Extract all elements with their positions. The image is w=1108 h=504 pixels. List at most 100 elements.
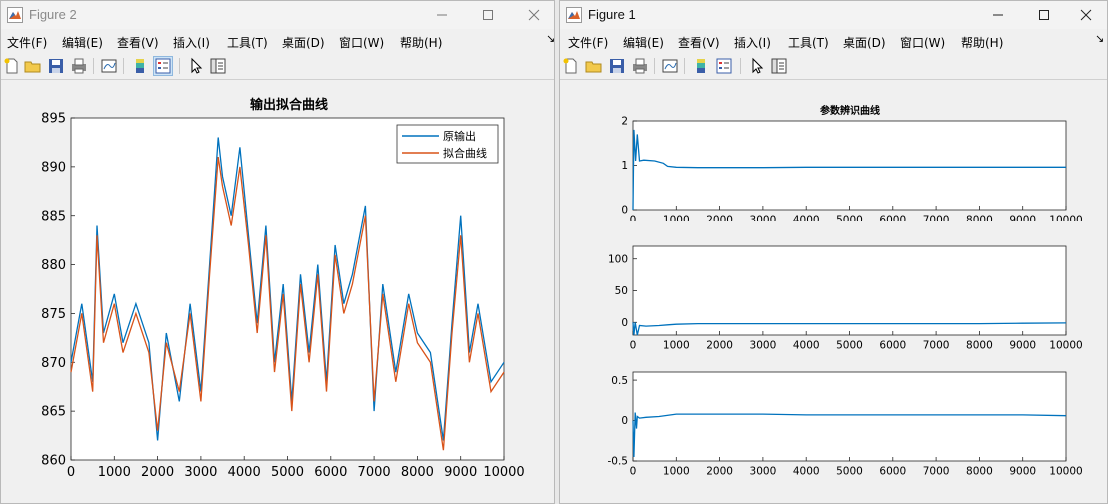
parameter-chart-3: 0 1000 2000 3000 4000 5000 6000 7000 8000 9000 100… (608, 371, 1083, 478)
pointer-icon[interactable] (187, 57, 205, 75)
x-tick-label: 3000 (750, 340, 777, 352)
matlab-icon (566, 7, 582, 23)
x-tick-label: 6000 (879, 466, 906, 478)
figure-1-window: Figure 1 文件(F) 编辑(E) 查看(V) 插入(I) 工具(T) 桌… (559, 0, 1108, 504)
x-tick-label: 2000 (706, 340, 733, 352)
parameter-chart-2: 0 1000 2000 3000 4000 5000 6000 7000 8000 9000 100… (608, 245, 1083, 352)
y-tick-label: 0.5 (611, 375, 628, 387)
new-file-icon[interactable] (562, 57, 580, 75)
x-tick-label: 0 (630, 340, 637, 352)
plot-area[interactable]: 0 1000 2000 3000 4000 5000 6000 7000 8000 9000 100… (41, 112, 525, 480)
link-plot-icon[interactable] (100, 57, 118, 75)
toolbar-separator (684, 58, 685, 74)
x-tick-label: 9000 (444, 465, 477, 480)
y-tick-label: 890 (41, 160, 66, 175)
colorbar-icon[interactable] (131, 57, 149, 75)
figure-canvas: 参数辨识曲线 0 1000 2000 3000 4000 5000 6000 7000 8000… (560, 81, 1107, 503)
new-file-icon[interactable] (3, 57, 21, 75)
pointer-icon[interactable] (748, 57, 766, 75)
x-tick-label: 6000 (879, 340, 906, 352)
colorbar-icon[interactable] (692, 57, 710, 75)
y-tick-label: 50 (615, 285, 628, 297)
close-button[interactable] (511, 1, 554, 29)
open-folder-icon[interactable] (585, 57, 603, 75)
menu-file[interactable]: 文件(F) (7, 34, 47, 51)
title-bar[interactable]: Figure 1 (560, 1, 1107, 29)
save-icon[interactable] (608, 57, 626, 75)
menu-bar: 文件(F) 编辑(E) 查看(V) 插入(I) 工具(T) 桌面(D) 窗口(W… (1, 29, 554, 53)
chart-title: 参数辨识曲线 (820, 104, 880, 117)
x-tick-label: 3000 (750, 466, 777, 478)
toolbar (560, 53, 1107, 80)
menu-edit[interactable]: 编辑(E) (62, 34, 103, 51)
menu-view[interactable]: 查看(V) (117, 34, 159, 51)
menu-bar: 文件(F) 编辑(E) 查看(V) 插入(I) 工具(T) 桌面(D) 窗口(W… (560, 29, 1107, 53)
legend-label-fit: 拟合曲线 (443, 146, 487, 160)
matlab-icon (7, 7, 23, 23)
plot-area[interactable]: 0 1000 2000 3000 4000 5000 6000 7000 8000 9000 100… (621, 116, 1082, 221)
x-tick-label: 8000 (966, 466, 993, 478)
menu-window[interactable]: 窗口(W) (900, 34, 945, 51)
menu-view[interactable]: 查看(V) (678, 34, 720, 51)
minimize-button[interactable] (419, 1, 465, 29)
x-tick-label: 5000 (836, 466, 863, 478)
menu-overflow-icon[interactable]: ↘ (1095, 32, 1104, 45)
menu-file[interactable]: 文件(F) (568, 34, 608, 51)
plot-area[interactable]: 0 1000 2000 3000 4000 5000 6000 7000 8000 9000 100… (608, 245, 1083, 352)
open-folder-icon[interactable] (24, 57, 42, 75)
toolbar-separator (123, 58, 124, 74)
x-tick-label: 2000 (141, 465, 174, 480)
property-editor-icon[interactable] (209, 57, 227, 75)
x-tick-label: 1000 (663, 340, 690, 352)
save-icon[interactable] (47, 57, 65, 75)
x-tick-label: 5000 (836, 340, 863, 352)
x-tick-label: 8000 (401, 465, 434, 480)
x-tick-label: 0 (630, 466, 637, 478)
x-tick-label: 10000 (1049, 340, 1082, 352)
y-tick-label: 870 (41, 356, 66, 371)
minimize-icon (437, 14, 447, 16)
menu-insert[interactable]: 插入(I) (173, 34, 210, 51)
y-tick-label: 1 (621, 160, 628, 172)
maximize-button[interactable] (1021, 1, 1067, 29)
title-bar[interactable]: Figure 2 (1, 1, 554, 29)
x-tick-label: 10000 (483, 465, 524, 480)
menu-help[interactable]: 帮助(H) (400, 34, 442, 51)
window-title: Figure 2 (29, 7, 77, 22)
x-tick-label: 7000 (358, 465, 391, 480)
legend[interactable]: 原输出 拟合曲线 (396, 124, 499, 164)
menu-insert[interactable]: 插入(I) (734, 34, 771, 51)
menu-tools[interactable]: 工具(T) (788, 34, 829, 51)
x-tick-label: 4000 (793, 340, 820, 352)
legend-icon[interactable] (715, 57, 733, 75)
print-icon[interactable] (631, 57, 649, 75)
x-tick-label: 5000 (271, 465, 304, 480)
close-button[interactable] (1063, 1, 1107, 29)
y-tick-label: 880 (41, 258, 66, 273)
menu-overflow-icon[interactable]: ↘ (546, 32, 554, 45)
parameter-chart-1: 参数辨识曲线 0 1000 2000 3000 4000 5000 6000 7000 8000… (621, 104, 1082, 221)
menu-desktop[interactable]: 桌面(D) (282, 34, 325, 51)
minimize-button[interactable] (975, 1, 1021, 29)
x-tick-label: 7000 (923, 340, 950, 352)
link-plot-icon[interactable] (661, 57, 679, 75)
y-tick-label: 0 (621, 317, 628, 329)
x-tick-label: 1000 (663, 466, 690, 478)
axes-box (632, 120, 1067, 211)
plot-area[interactable]: 0 1000 2000 3000 4000 5000 6000 7000 8000 9000 100… (608, 371, 1083, 478)
menu-help[interactable]: 帮助(H) (961, 34, 1003, 51)
output-fit-chart: 输出拟合曲线 0 1000 2000 3000 4000 5000 6000 7000 8000… (41, 97, 525, 480)
y-tick-label: 895 (41, 112, 66, 127)
legend-icon[interactable] (153, 56, 173, 76)
y-tick-label: 0 (621, 205, 628, 217)
print-icon[interactable] (70, 57, 88, 75)
axes-box (632, 371, 1067, 462)
menu-window[interactable]: 窗口(W) (339, 34, 384, 51)
menu-tools[interactable]: 工具(T) (227, 34, 268, 51)
maximize-button[interactable] (465, 1, 511, 29)
menu-desktop[interactable]: 桌面(D) (843, 34, 886, 51)
y-tick-label: 875 (41, 307, 66, 322)
legend-label-original: 原输出 (443, 129, 476, 143)
menu-edit[interactable]: 编辑(E) (623, 34, 664, 51)
property-editor-icon[interactable] (770, 57, 788, 75)
